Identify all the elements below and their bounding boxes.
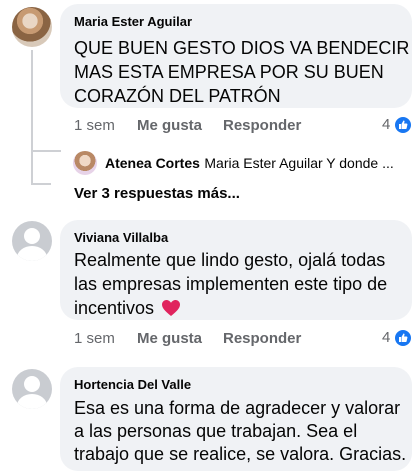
comment-text-line: MAS ESTA EMPRESA POR SU BUEN [74,62,384,82]
thread-line-branch [31,150,61,152]
reply-avatar[interactable] [73,151,97,175]
comment-text-line: a las personas que trabajan. Sea el [74,421,358,441]
comment-text-line: CORAZÓN DEL PATRÓN [74,86,281,106]
avatar-head-shape [24,228,40,244]
reaction-summary[interactable]: 4 [382,329,411,347]
avatar[interactable] [12,221,52,261]
avatar-body-shape [17,394,47,409]
avatar-head-shape [24,376,40,392]
comment-text-line: las empresas implementen este tipo de [74,274,388,294]
comment-text-line: Realmente que lindo gesto, ojalá todas [74,250,386,270]
avatar[interactable] [12,369,52,409]
thread-line-branch [31,183,51,185]
comment-text-line: QUE BUEN GESTO DIOS VA BENDECIR [74,38,410,58]
avatar[interactable] [12,7,52,47]
reaction-summary[interactable]: 4 [382,116,411,134]
comment-time[interactable]: 1 sem [74,330,115,347]
like-button[interactable]: Me gusta [137,117,202,134]
reply-snippet: Maria Ester Aguilar Y donde ... [204,155,394,171]
reply-button[interactable]: Responder [223,117,301,134]
comment-text-fragment: incentivos [74,298,155,318]
comment-bubble: Viviana Villalba Realmente que lindo ges… [60,220,412,320]
reaction-count: 4 [382,329,391,346]
comment-bubble: Maria Ester Aguilar QUE BUEN GESTO DIOS … [60,4,412,108]
heart-icon [162,300,181,316]
comment-bubble: Hortencia Del Valle Esa es una forma de … [60,367,412,471]
comment-author[interactable]: Viviana Villalba [74,230,168,245]
comment-text-line: incentivos [74,296,181,320]
reply-button[interactable]: Responder [223,330,301,347]
avatar-body-shape [17,246,47,261]
reaction-count: 4 [382,116,391,133]
comment-time[interactable]: 1 sem [74,117,115,134]
reply-preview[interactable]: Atenea Cortes Maria Ester Aguilar Y dond… [105,155,394,173]
thread-line [31,50,33,185]
like-reaction-icon [394,329,411,346]
like-reaction-icon [394,116,411,133]
comment-text-line: Esa es una forma de agradecer y valorar [74,398,401,418]
comment-author[interactable]: Hortencia Del Valle [74,377,191,392]
comment-author[interactable]: Maria Ester Aguilar [74,14,192,29]
reply-author: Atenea Cortes [105,155,200,171]
like-button[interactable]: Me gusta [137,330,202,347]
more-replies-link[interactable]: Ver 3 respuestas más... [74,185,240,202]
comment-text-line: trabajo que se realice, se valora. Graci… [74,444,407,464]
